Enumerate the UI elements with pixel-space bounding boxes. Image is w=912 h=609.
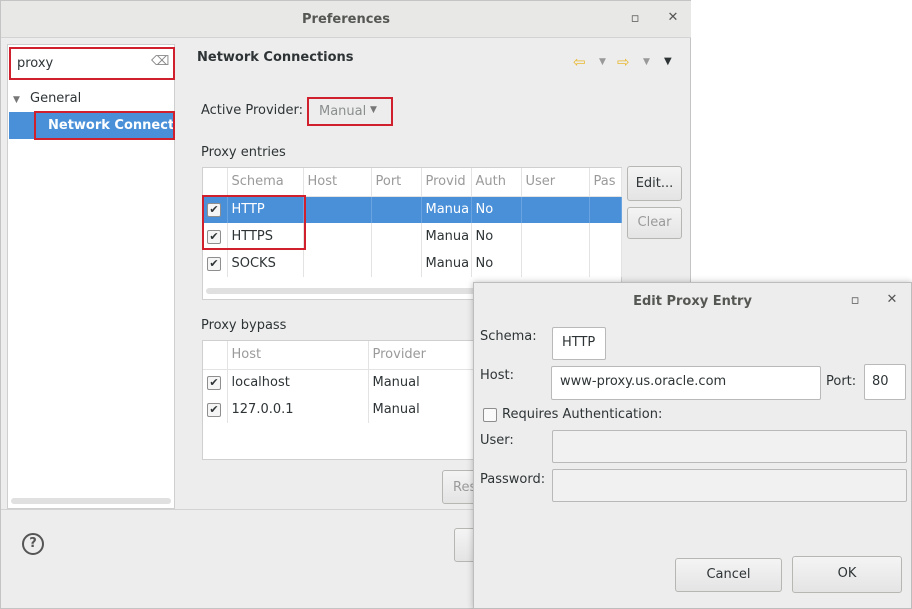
column-header[interactable]: Port bbox=[371, 168, 422, 197]
column-header[interactable]: Provid bbox=[421, 168, 472, 197]
proxy-bypass-table: Host Provider ✔ localhost Manual ✔ 127.0… bbox=[203, 341, 476, 423]
active-provider-select[interactable]: Manual ▼ bbox=[307, 97, 393, 126]
column-header[interactable]: User bbox=[521, 168, 590, 197]
schema-highlight bbox=[202, 195, 306, 250]
column-header[interactable]: Schema bbox=[227, 168, 304, 197]
checkbox-checked[interactable]: ✔ bbox=[207, 402, 221, 417]
clear-search-icon[interactable]: ⌫ bbox=[151, 54, 169, 69]
help-icon[interactable]: ? bbox=[22, 533, 44, 555]
window-title: Preferences bbox=[302, 12, 390, 27]
password-label: Password: bbox=[480, 472, 546, 487]
search-text: proxy bbox=[17, 56, 54, 71]
requires-auth-label: Requires Authentication: bbox=[502, 407, 663, 422]
tree-expand-icon[interactable]: ▼ bbox=[13, 91, 20, 106]
preferences-titlebar: Preferences ▫ ✕ bbox=[1, 1, 691, 38]
active-provider-label: Active Provider: bbox=[201, 103, 304, 118]
page-title: Network Connections bbox=[197, 50, 354, 65]
back-arrow-icon[interactable]: ⇦ bbox=[573, 53, 586, 71]
port-label: Port: bbox=[826, 374, 857, 389]
back-dropdown-icon[interactable]: ▼ bbox=[599, 57, 606, 67]
tree-scrollbar[interactable] bbox=[11, 498, 171, 504]
proxy-bypass-label: Proxy bypass bbox=[201, 318, 287, 333]
checkbox-checked[interactable]: ✔ bbox=[207, 375, 221, 390]
view-menu-icon[interactable]: ▼ bbox=[664, 56, 672, 67]
tree-item-general[interactable]: General bbox=[30, 91, 81, 106]
ok-button[interactable]: OK bbox=[792, 556, 902, 593]
column-header[interactable]: Pas bbox=[589, 168, 622, 197]
column-header[interactable]: Host bbox=[303, 168, 372, 197]
clear-button[interactable]: Clear bbox=[627, 207, 682, 239]
password-input[interactable] bbox=[552, 469, 907, 502]
edit-button[interactable]: Edit... bbox=[627, 166, 682, 201]
user-input[interactable] bbox=[552, 430, 907, 463]
forward-arrow-icon[interactable]: ⇨ bbox=[617, 53, 630, 71]
forward-dropdown-icon[interactable]: ▼ bbox=[643, 57, 650, 67]
maximize-icon[interactable]: ▫ bbox=[847, 293, 863, 308]
table-row[interactable]: ✔ 127.0.0.1 Manual bbox=[203, 396, 476, 423]
close-icon[interactable]: ✕ bbox=[665, 10, 681, 25]
table-row[interactable]: ✔ localhost Manual bbox=[203, 369, 476, 396]
column-header[interactable]: Provider bbox=[368, 341, 476, 370]
requires-auth-checkbox[interactable] bbox=[483, 407, 497, 422]
port-input[interactable]: 80 bbox=[864, 364, 906, 400]
schema-field: HTTP bbox=[552, 327, 606, 360]
filter-search-input[interactable]: proxy ⌫ bbox=[9, 47, 175, 80]
proxy-entries-label: Proxy entries bbox=[201, 145, 286, 160]
cancel-button[interactable]: Cancel bbox=[675, 558, 782, 592]
tree-item-label: Network Connectio bbox=[48, 118, 175, 133]
tree-item-highlight: Network Connectio bbox=[34, 111, 175, 140]
active-provider-value: Manual bbox=[319, 104, 367, 119]
user-label: User: bbox=[480, 433, 514, 448]
checkbox-checked[interactable]: ✔ bbox=[207, 256, 221, 271]
schema-label: Schema: bbox=[480, 329, 537, 344]
close-icon[interactable]: ✕ bbox=[884, 292, 900, 307]
column-header[interactable]: Host bbox=[227, 341, 369, 370]
dialog-title: Edit Proxy Entry bbox=[633, 294, 752, 309]
host-input[interactable]: www-proxy.us.oracle.com bbox=[551, 366, 821, 400]
host-label: Host: bbox=[480, 368, 514, 383]
edit-proxy-dialog: Edit Proxy Entry ▫ ✕ Schema: HTTP Host: … bbox=[473, 282, 912, 609]
column-header[interactable]: Auth bbox=[471, 168, 522, 197]
maximize-icon[interactable]: ▫ bbox=[627, 11, 643, 26]
chevron-down-icon: ▼ bbox=[370, 105, 377, 115]
table-row[interactable]: ✔ SOCKS Manua No bbox=[203, 250, 622, 277]
